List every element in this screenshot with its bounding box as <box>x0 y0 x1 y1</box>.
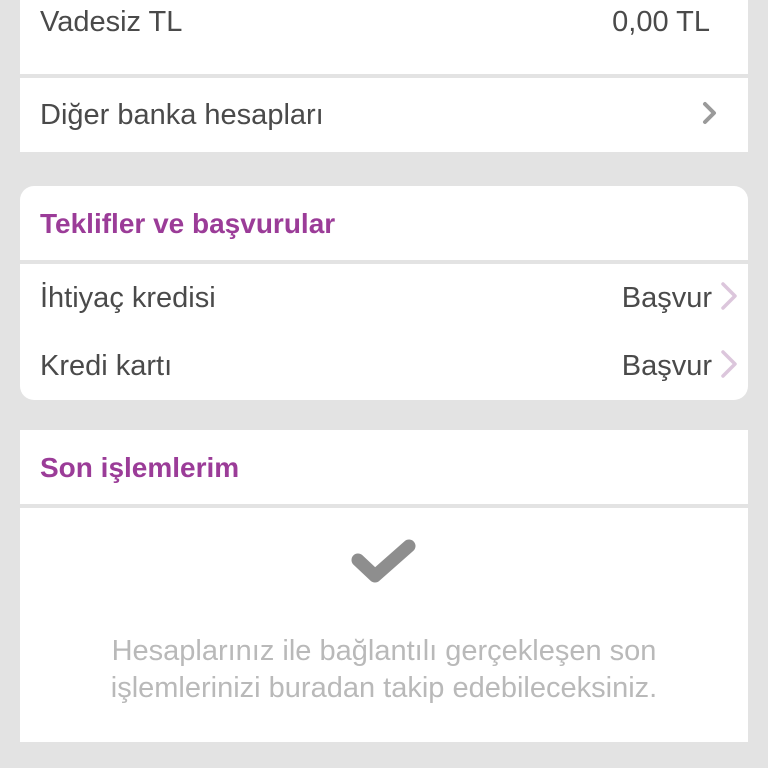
apply-link[interactable]: Başvur <box>622 350 712 383</box>
offer-row-personal-loan[interactable]: İhtiyaç kredisi Başvur <box>20 264 748 332</box>
apply-link[interactable]: Başvur <box>622 282 712 315</box>
account-name: Vadesiz TL <box>40 6 183 38</box>
account-row-vadesiz-tl[interactable]: Vadesiz TL 0,00 TL <box>20 0 748 74</box>
other-bank-accounts-row[interactable]: Diğer banka hesapları <box>20 78 748 152</box>
checkmark-icon <box>351 538 417 591</box>
chevron-right-icon <box>720 349 738 384</box>
chevron-right-icon <box>720 281 738 316</box>
offer-label: Kredi kartı <box>40 349 173 382</box>
divider <box>20 504 748 508</box>
chevron-right-icon <box>702 101 718 130</box>
section-title-recent-transactions: Son işlemlerim <box>40 452 240 483</box>
section-title-offers: Teklifler ve başvurular <box>40 208 336 239</box>
offers-card: Teklifler ve başvurular İhtiyaç kredisi … <box>20 186 748 400</box>
empty-state-line-1: Hesaplarınız ile bağlantılı gerçekleşen … <box>111 635 657 667</box>
empty-state-line-2: işlemlerinizi buradan takip edebileceksi… <box>110 672 658 704</box>
accounts-card: Vadesiz TL 0,00 TL Diğer banka hesapları <box>20 0 748 152</box>
other-bank-accounts-label: Diğer banka hesapları <box>40 98 324 131</box>
account-balance: 0,00 TL <box>612 6 710 38</box>
recent-transactions-card: Son işlemlerim Hesaplarınız ile bağlantı… <box>20 430 748 742</box>
offer-label: İhtiyaç kredisi <box>40 281 216 314</box>
offer-row-credit-card[interactable]: Kredi kartı Başvur <box>20 332 748 400</box>
